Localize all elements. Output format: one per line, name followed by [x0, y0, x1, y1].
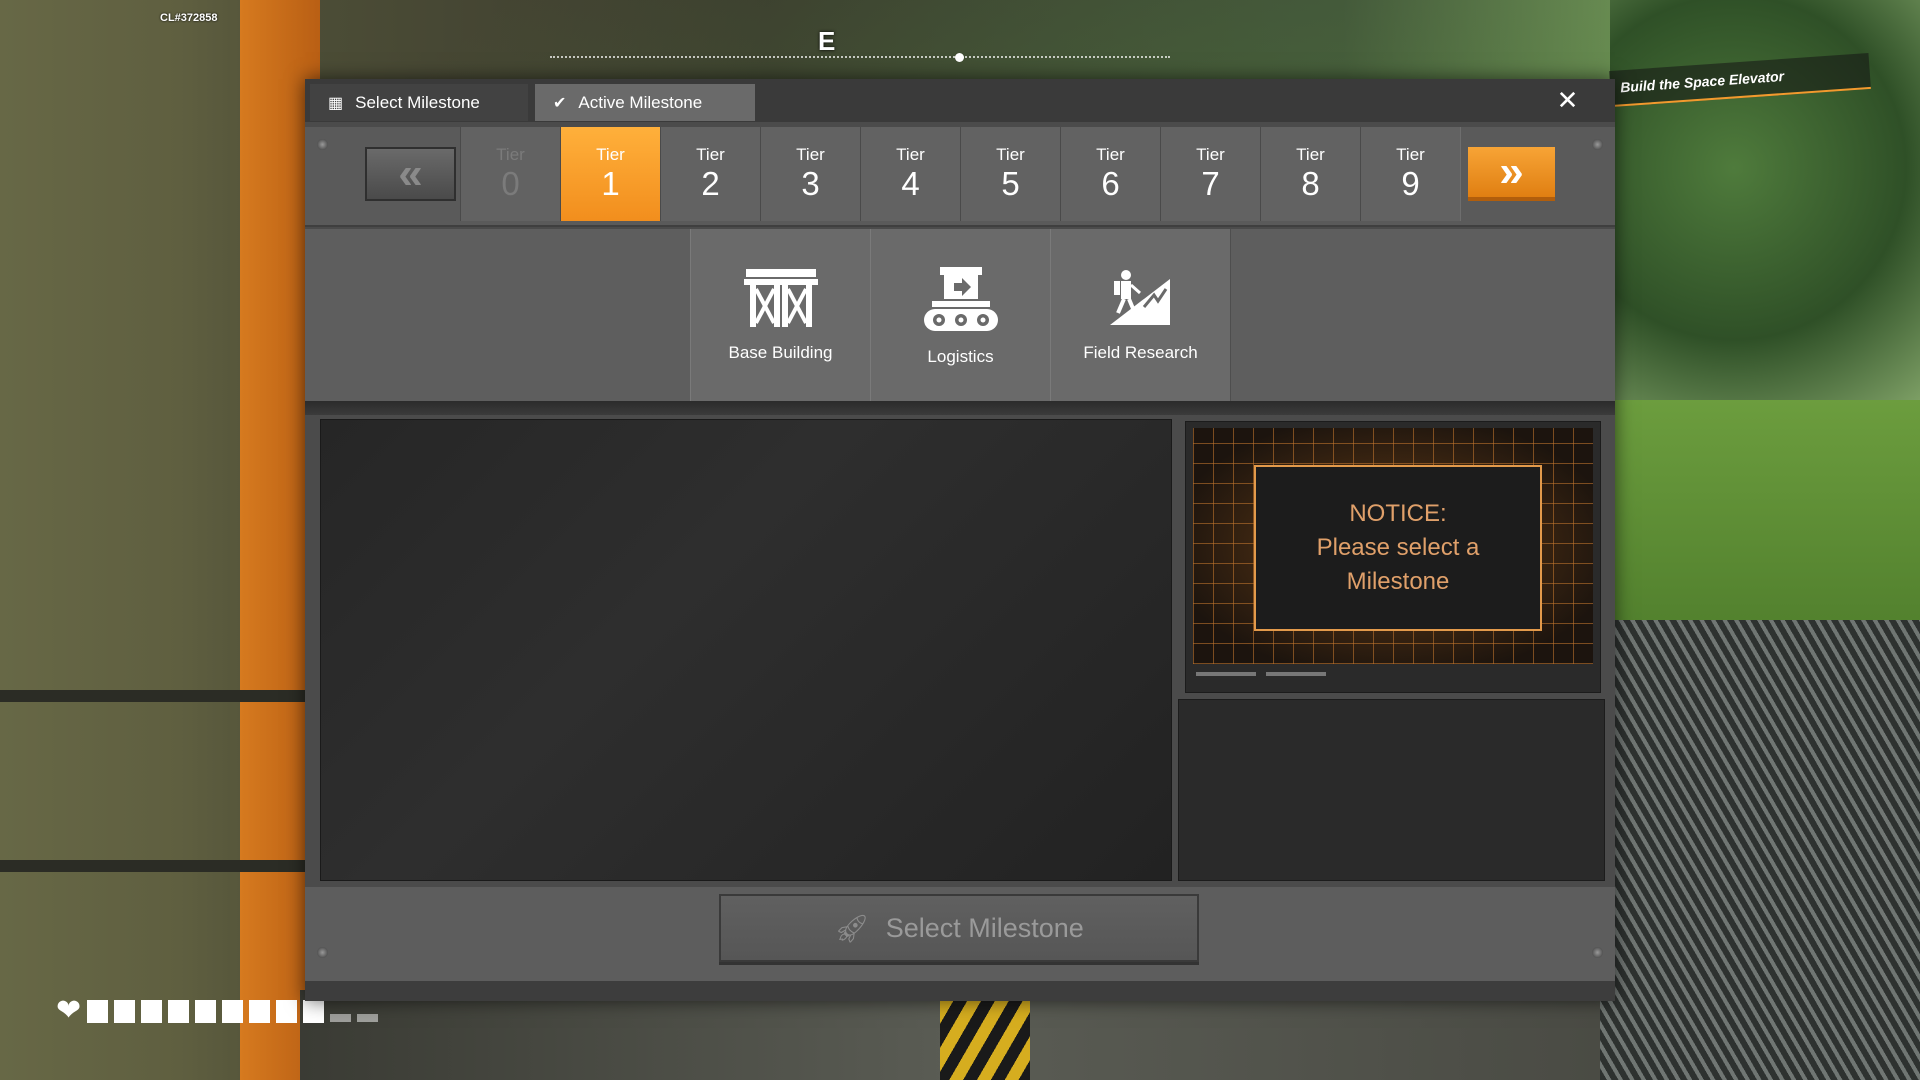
health-segment [249, 999, 271, 1023]
panel-bottom-edge [305, 981, 1615, 1001]
tier-label: Tier [696, 145, 725, 164]
tier-number: 3 [801, 165, 820, 202]
tier-1-button[interactable]: Tier 1 [560, 127, 661, 221]
tier-0-button[interactable]: Tier 0 [460, 127, 561, 221]
tier-9-button[interactable]: Tier 9 [1360, 127, 1461, 221]
background-grate [1600, 620, 1920, 1080]
milestone-base-building[interactable]: Base Building [690, 229, 871, 401]
health-segment [87, 999, 109, 1023]
hazard-stripes [940, 1000, 1030, 1080]
tier-label: Tier [496, 145, 525, 164]
background-rail [0, 860, 320, 872]
milestone-logistics[interactable]: Logistics [870, 229, 1051, 401]
panel-tab-bar: ▦ Select Milestone ✔ Active Milestone ✕ [305, 79, 1615, 122]
select-milestone-button[interactable]: 🚀︎ Select Milestone [719, 894, 1199, 962]
tier-number: 1 [601, 165, 620, 202]
previous-tiers-button[interactable]: « [365, 147, 456, 201]
close-button[interactable]: ✕ [1520, 79, 1615, 122]
tab-active-milestone[interactable]: ✔ Active Milestone [535, 84, 755, 121]
grid-icon: ▦ [328, 94, 344, 112]
notice-indicator-lines [1196, 672, 1336, 676]
divider [305, 401, 1615, 415]
tab-select-milestone[interactable]: ▦ Select Milestone [310, 84, 528, 121]
tier-number: 7 [1201, 165, 1220, 202]
tier-number: 5 [1001, 165, 1020, 202]
build-label: CL#372858 [160, 12, 218, 24]
tier-number: 2 [701, 165, 720, 202]
health-segment [195, 999, 217, 1023]
tier-number: 9 [1401, 165, 1420, 202]
tier-label: Tier [596, 145, 625, 164]
tier-label: Tier [996, 145, 1025, 164]
hiker-icon [1109, 270, 1170, 325]
tier-label: Tier [1096, 145, 1125, 164]
tier-label: Tier [896, 145, 925, 164]
health-segment-empty [357, 1014, 379, 1022]
milestone-info-area [1178, 699, 1605, 881]
tab-label: Select Milestone [355, 92, 480, 112]
notice-text: Milestone [1346, 568, 1450, 595]
heart-icon: ❤ [56, 994, 82, 1027]
select-milestone-label: Select Milestone [885, 912, 1084, 943]
notice-text: Please select a [1316, 534, 1480, 561]
checkmark-icon: ✔ [553, 94, 567, 112]
milestone-panel: ▦ Select Milestone ✔ Active Milestone ✕ … [305, 79, 1615, 1001]
tier-3-button[interactable]: Tier 3 [760, 127, 861, 221]
health-segment [303, 999, 325, 1023]
double-chevron-right-icon: » [1499, 147, 1524, 196]
compass-heading: E [818, 26, 836, 56]
background-rail [0, 690, 320, 702]
conveyor-icon [923, 267, 998, 331]
milestone-label: Logistics [927, 347, 994, 366]
tier-label: Tier [1296, 145, 1325, 164]
milestone-label: Field Research [1083, 343, 1198, 362]
health-segment-empty [330, 1014, 352, 1022]
next-tiers-button[interactable]: » [1468, 147, 1555, 201]
bolt-icon [1592, 947, 1603, 958]
notice-title: NOTICE: [1349, 500, 1447, 527]
tab-label: Active Milestone [578, 92, 703, 112]
tier-7-button[interactable]: Tier 7 [1160, 127, 1261, 221]
scaffold-icon [743, 269, 818, 327]
tier-number: 8 [1301, 165, 1320, 202]
rocket-icon: 🚀︎ [834, 912, 870, 944]
milestone-field-research[interactable]: Field Research [1050, 229, 1231, 401]
tier-number: 4 [901, 165, 920, 202]
health-segment [114, 999, 136, 1023]
notice-box: NOTICE: Please select a Milestone [1254, 465, 1542, 631]
double-chevron-left-icon: « [398, 149, 423, 198]
tier-5-button[interactable]: Tier 5 [960, 127, 1061, 221]
tier-label: Tier [1396, 145, 1425, 164]
tier-6-button[interactable]: Tier 6 [1060, 127, 1161, 221]
milestone-details-area [320, 419, 1172, 881]
milestone-label: Base Building [728, 343, 833, 362]
tier-selector: « Tier 0 Tier 1 Tier 2 Tier 3 Tier 4 Tier 5 Tier 6 Tie… [305, 127, 1615, 227]
health-segment [222, 999, 244, 1023]
tier-8-button[interactable]: Tier 8 [1260, 127, 1361, 221]
milestone-row: Base Building Logistics Field Research [305, 229, 1615, 401]
bolt-icon [317, 139, 328, 150]
tier-label: Tier [1196, 145, 1225, 164]
health-segment [276, 999, 298, 1023]
tier-4-button[interactable]: Tier 4 [860, 127, 961, 221]
notice-screen: NOTICE: Please select a Milestone [1185, 421, 1601, 693]
compass-bar [550, 56, 1170, 60]
bolt-icon [317, 947, 328, 958]
compass-marker-icon [955, 53, 964, 62]
bolt-icon [1592, 139, 1603, 150]
health-segment [168, 999, 190, 1023]
tier-number: 6 [1101, 165, 1120, 202]
health-segment [141, 999, 163, 1023]
tier-2-button[interactable]: Tier 2 [660, 127, 761, 221]
tier-label: Tier [796, 145, 825, 164]
notice-grid-background: NOTICE: Please select a Milestone [1193, 428, 1593, 664]
tier-number: 0 [501, 165, 520, 202]
